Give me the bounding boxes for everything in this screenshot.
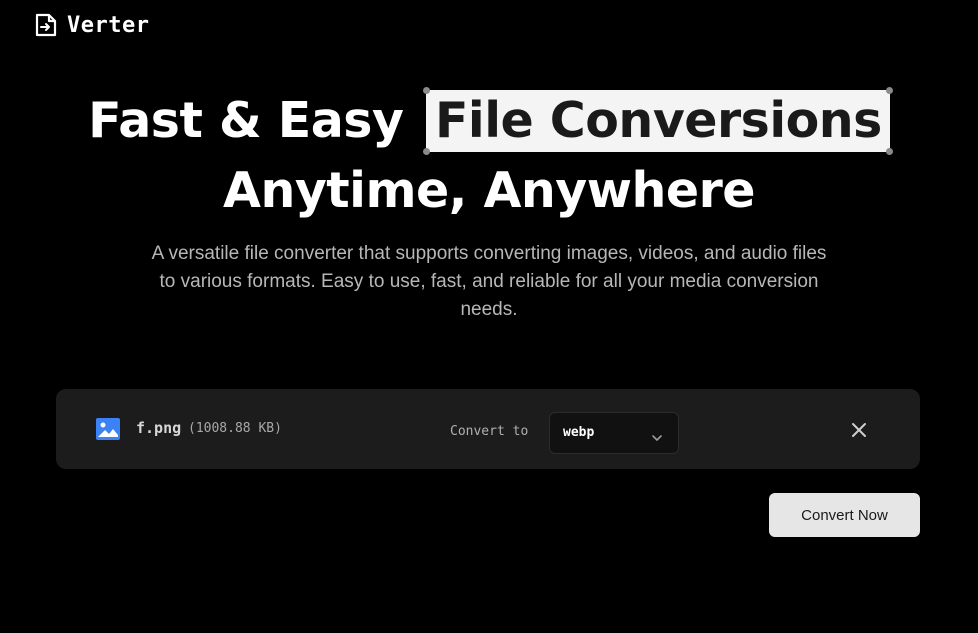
hero-title-line-1: Fast & Easy File Conversions	[0, 86, 978, 156]
file-item-card: f.png (1008.88 KB) Convert to webp	[56, 389, 920, 469]
selection-handle-bottom-right[interactable]	[885, 148, 893, 155]
hero-section: Fast & Easy File Conversions Anytime, An…	[0, 86, 978, 324]
convert-now-button[interactable]: Convert Now	[769, 493, 920, 537]
file-arrow-icon	[33, 12, 59, 38]
file-name: f.png	[136, 419, 182, 437]
selection-handle-top-left[interactable]	[422, 87, 430, 94]
chevron-down-icon	[651, 428, 663, 441]
format-selected-value: webp	[563, 425, 595, 440]
selection-handle-top-right[interactable]	[885, 87, 893, 94]
hero-title-line-2: Anytime, Anywhere	[223, 162, 755, 219]
format-select[interactable]: webp	[549, 412, 679, 454]
app-name: Verter	[67, 12, 150, 38]
convert-to-label: Convert to	[450, 424, 529, 439]
hero-title-highlight-text: File Conversions	[434, 92, 882, 149]
app-logo[interactable]: Verter	[33, 12, 149, 38]
close-icon	[850, 421, 868, 443]
hero-title-part1: Fast & Easy	[88, 92, 404, 149]
hero-subtitle: A versatile file converter that supports…	[151, 243, 827, 320]
selection-handle-bottom-left[interactable]	[422, 148, 430, 155]
remove-file-button[interactable]	[847, 420, 871, 444]
hero-title-highlight[interactable]: File Conversions	[422, 87, 893, 155]
file-size: (1008.88 KB)	[188, 421, 282, 436]
image-icon	[95, 417, 121, 441]
